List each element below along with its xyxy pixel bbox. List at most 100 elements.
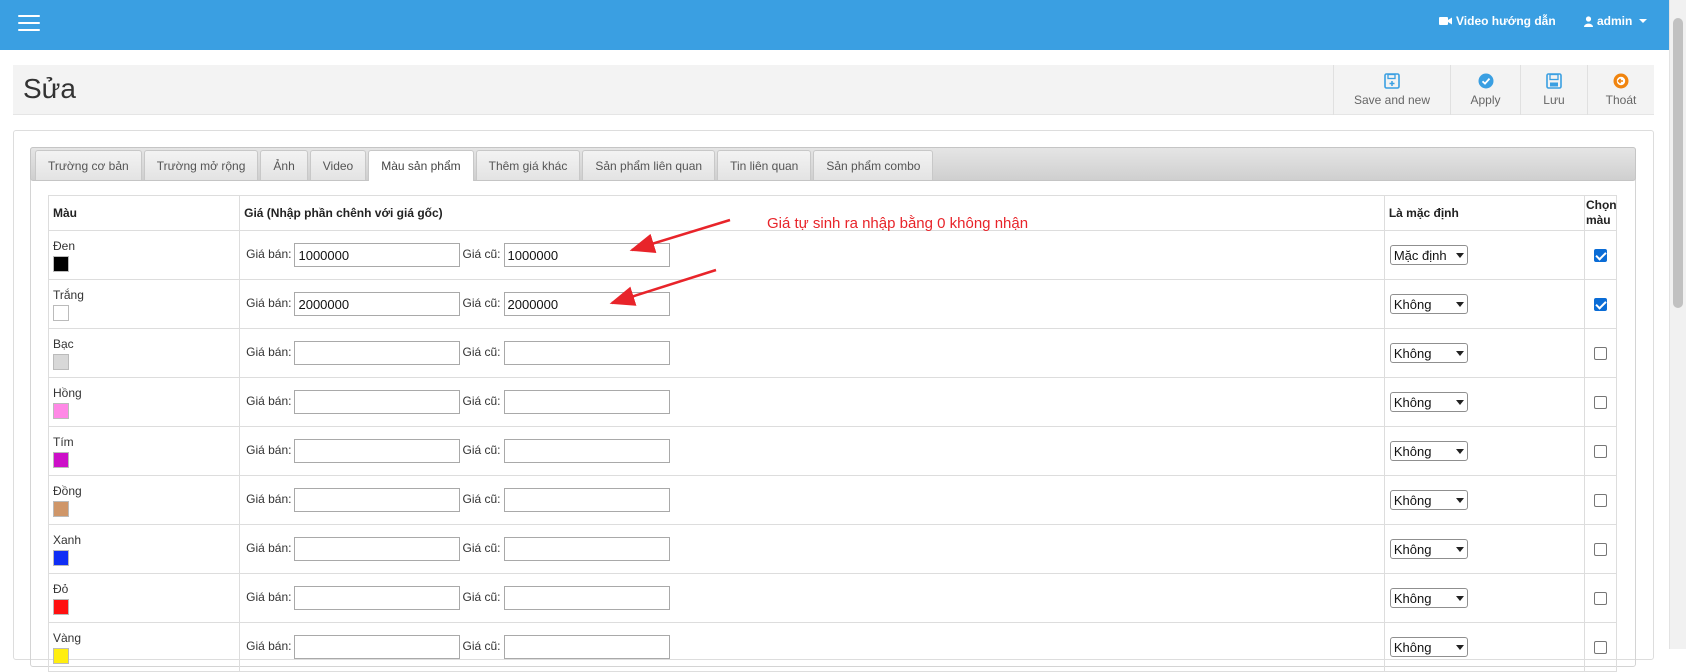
table-row: Tím Giá bán: Giá cũ: Không xyxy=(47,426,1618,476)
chevron-down-icon xyxy=(1455,448,1464,454)
default-select[interactable]: Không xyxy=(1389,441,1468,461)
color-name: Vàng xyxy=(53,630,82,645)
default-select[interactable]: Không xyxy=(1389,343,1468,363)
pick-color-checkbox[interactable] xyxy=(1593,248,1607,262)
sale-price-input[interactable] xyxy=(294,586,461,610)
sale-price-input[interactable] xyxy=(294,635,461,659)
sale-price-input[interactable] xyxy=(294,243,461,267)
tab-1[interactable]: Trường mở rộng xyxy=(143,150,259,180)
color-swatch xyxy=(53,451,69,468)
color-swatch xyxy=(53,353,69,370)
color-name: Đen xyxy=(53,238,76,253)
tab-6[interactable]: Sản phẩm liên quan xyxy=(582,150,716,180)
default-select-value: Không xyxy=(1393,639,1432,655)
default-cell: Không xyxy=(1383,426,1585,476)
old-price-input[interactable] xyxy=(503,586,670,610)
color-name: Bạc xyxy=(53,336,74,351)
sale-price-label: Giá bán: xyxy=(246,345,292,360)
color-swatch xyxy=(53,549,69,566)
apply-button[interactable]: Apply xyxy=(1450,65,1520,115)
default-select[interactable]: Không xyxy=(1389,490,1468,510)
price-cell: Giá bán: Giá cũ: xyxy=(239,524,1385,574)
tab-2[interactable]: Ảnh xyxy=(260,150,308,180)
pick-color-checkbox[interactable] xyxy=(1593,297,1607,311)
save-and-new-button[interactable]: Save and new xyxy=(1333,65,1450,115)
pick-color-checkbox[interactable] xyxy=(1593,542,1607,556)
sale-price-input[interactable] xyxy=(294,390,461,414)
default-select[interactable]: Không xyxy=(1389,392,1468,412)
sale-price-input[interactable] xyxy=(294,341,461,365)
table-row: Đồng Giá bán: Giá cũ: Không xyxy=(47,475,1618,525)
default-select[interactable]: Không xyxy=(1389,588,1468,608)
save-new-icon xyxy=(1384,73,1400,89)
color-price-table: Màu Giá (Nhập phần chênh với giá gốc) Là… xyxy=(47,195,1618,672)
color-swatch xyxy=(53,255,69,272)
pick-color-checkbox[interactable] xyxy=(1593,591,1607,605)
old-price-input[interactable] xyxy=(503,635,670,659)
video-guide-link[interactable]: Video hướng dẫn xyxy=(1439,14,1556,28)
pick-color-checkbox[interactable] xyxy=(1593,640,1607,654)
page-scrollbar[interactable] xyxy=(1669,0,1686,649)
chevron-down-icon xyxy=(1639,19,1648,23)
table-row: Hồng Giá bán: Giá cũ: Không xyxy=(47,377,1618,427)
exit-button[interactable]: Thoát xyxy=(1587,65,1654,115)
pick-color-checkbox[interactable] xyxy=(1593,346,1607,360)
sale-price-label: Giá bán: xyxy=(246,590,292,605)
floppy-disk-icon xyxy=(1546,73,1562,89)
old-price-input[interactable] xyxy=(503,537,670,561)
old-price-input[interactable] xyxy=(503,390,670,414)
price-cell: Giá bán: Giá cũ: xyxy=(239,279,1385,329)
sale-price-label: Giá bán: xyxy=(246,492,292,507)
tab-3[interactable]: Video xyxy=(309,150,367,180)
default-select[interactable]: Mặc định xyxy=(1389,245,1468,265)
pick-color-checkbox[interactable] xyxy=(1593,444,1607,458)
sale-price-input[interactable] xyxy=(294,439,461,463)
table-row: Đỏ Giá bán: Giá cũ: Không xyxy=(47,573,1618,623)
pick-cell xyxy=(1583,524,1618,574)
default-select-value: Không xyxy=(1393,590,1432,606)
color-swatch xyxy=(53,402,69,419)
color-swatch xyxy=(53,304,69,321)
color-cell: Trắng xyxy=(47,279,241,329)
sale-price-label: Giá bán: xyxy=(246,639,292,654)
old-price-label: Giá cũ: xyxy=(462,639,501,654)
old-price-input[interactable] xyxy=(503,439,670,463)
chevron-down-icon xyxy=(1455,252,1464,258)
check-circle-icon xyxy=(1478,73,1493,89)
color-cell: Hồng xyxy=(47,377,241,427)
sale-price-input[interactable] xyxy=(294,488,461,512)
old-price-input[interactable] xyxy=(503,341,670,365)
color-name: Đỏ xyxy=(53,581,69,596)
save-button[interactable]: Lưu xyxy=(1520,65,1587,115)
color-swatch xyxy=(53,500,69,517)
save-and-new-label: Save and new xyxy=(1353,93,1431,107)
color-cell: Đỏ xyxy=(47,573,241,623)
tab-4[interactable]: Màu sản phẩm xyxy=(368,150,474,181)
default-select[interactable]: Không xyxy=(1389,637,1468,657)
pick-color-checkbox[interactable] xyxy=(1593,395,1607,409)
sale-price-input[interactable] xyxy=(294,537,461,561)
default-select[interactable]: Không xyxy=(1389,294,1468,314)
tab-0[interactable]: Trường cơ bản xyxy=(35,150,142,180)
tab-8[interactable]: Sản phẩm combo xyxy=(813,150,934,180)
price-cell: Giá bán: Giá cũ: xyxy=(239,230,1385,280)
sale-price-label: Giá bán: xyxy=(246,443,292,458)
tab-5[interactable]: Thêm giá khác xyxy=(475,150,581,180)
tab-7[interactable]: Tin liên quan xyxy=(717,150,812,180)
scrollbar-thumb[interactable] xyxy=(1673,18,1683,308)
sale-price-input[interactable] xyxy=(294,292,461,316)
old-price-input[interactable] xyxy=(503,292,670,316)
col-header-default: Là mặc định xyxy=(1383,195,1585,231)
default-select[interactable]: Không xyxy=(1389,539,1468,559)
color-cell: Bạc xyxy=(47,328,241,378)
old-price-input[interactable] xyxy=(503,488,670,512)
chevron-down-icon xyxy=(1455,399,1464,405)
pick-color-checkbox[interactable] xyxy=(1593,493,1607,507)
hamburger-icon[interactable] xyxy=(18,15,40,33)
chevron-down-icon xyxy=(1455,301,1464,307)
old-price-label: Giá cũ: xyxy=(462,394,501,409)
old-price-input[interactable] xyxy=(503,243,670,267)
color-swatch xyxy=(53,647,69,664)
pick-cell xyxy=(1583,377,1618,427)
user-menu[interactable]: admin xyxy=(1584,14,1648,28)
